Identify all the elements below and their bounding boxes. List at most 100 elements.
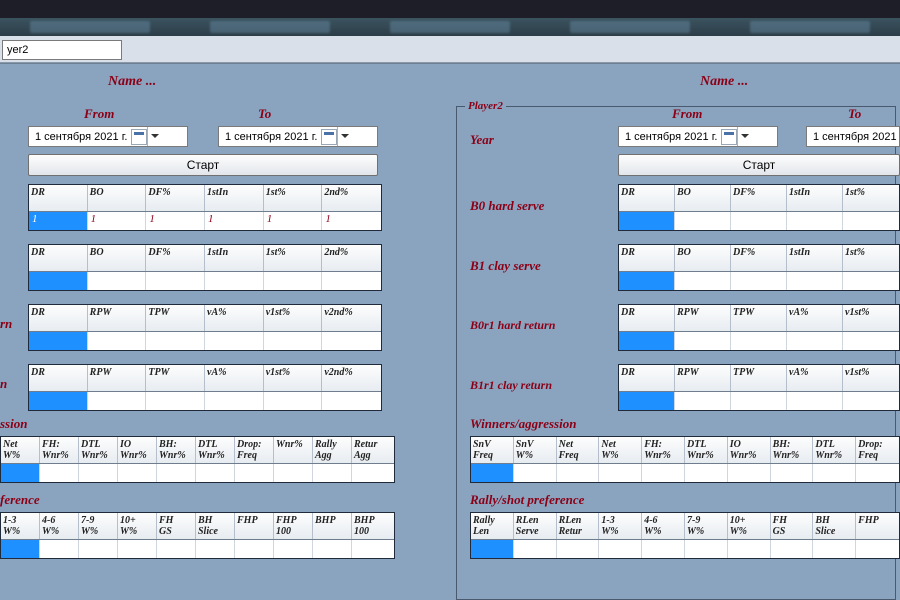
col-header[interactable]: ReturAgg [352,437,391,463]
cell[interactable] [79,464,118,482]
cell[interactable] [731,272,787,290]
cell[interactable] [196,464,235,482]
cell[interactable] [728,464,771,482]
cell[interactable] [787,212,843,230]
cell[interactable] [514,464,557,482]
cell[interactable] [205,272,264,290]
cell[interactable] [29,392,88,410]
cell[interactable] [675,272,731,290]
col-header[interactable]: RPW [675,305,731,331]
cell[interactable] [675,212,731,230]
cell[interactable] [619,392,675,410]
col-header[interactable]: DF% [731,185,787,211]
cell[interactable] [235,540,274,558]
cell[interactable] [813,540,856,558]
col-header[interactable]: RPW [675,365,731,391]
cell[interactable] [856,464,899,482]
col-header[interactable]: BHP [313,513,352,539]
cell[interactable] [146,392,205,410]
cell[interactable] [771,540,814,558]
col-header[interactable]: 1stIn [787,185,843,211]
col-header[interactable]: DR [619,185,675,211]
col-header[interactable]: DR [29,365,88,391]
col-header[interactable]: RLenServe [514,513,557,539]
cell[interactable] [642,540,685,558]
col-header[interactable]: 1st% [264,185,323,211]
col-header[interactable]: 4-6W% [40,513,79,539]
col-header[interactable]: 2nd% [322,185,381,211]
cell[interactable] [322,272,381,290]
col-header[interactable]: BHP100 [352,513,391,539]
cell[interactable] [728,540,771,558]
col-header[interactable]: DTLWnr% [685,437,728,463]
col-header[interactable]: FHP100 [274,513,313,539]
cell[interactable]: 1 [205,212,264,230]
col-header[interactable]: DTLWnr% [813,437,856,463]
col-header[interactable]: Wnr% [274,437,313,463]
cell[interactable] [771,464,814,482]
col-header[interactable]: 7-9W% [79,513,118,539]
col-header[interactable]: v2nd% [322,305,381,331]
col-header[interactable]: v1st% [264,365,323,391]
col-header[interactable]: DF% [146,245,205,271]
right-date-from[interactable]: 1 сентября 2021 г. [618,126,778,147]
col-header[interactable]: 1st% [264,245,323,271]
cell[interactable] [157,540,196,558]
col-header[interactable]: FHGS [771,513,814,539]
cell[interactable] [146,332,205,350]
col-header[interactable]: 1st% [843,185,899,211]
cell[interactable] [352,464,391,482]
col-header[interactable]: BO [675,245,731,271]
col-header[interactable]: SnVW% [514,437,557,463]
chevron-down-icon[interactable] [737,127,751,146]
cell[interactable]: 1 [264,212,323,230]
col-header[interactable]: BO [88,185,147,211]
cell[interactable] [1,540,40,558]
cell[interactable] [313,540,352,558]
col-header[interactable]: RallyLen [471,513,514,539]
col-header[interactable]: 1-3W% [599,513,642,539]
col-header[interactable]: Drop:Freq [856,437,899,463]
cell[interactable] [118,540,157,558]
col-header[interactable]: NetFreq [557,437,600,463]
cell[interactable] [514,540,557,558]
col-header[interactable]: vA% [205,365,264,391]
cell[interactable] [843,332,899,350]
cell[interactable] [843,272,899,290]
cell[interactable] [196,540,235,558]
col-header[interactable]: 7-9W% [685,513,728,539]
col-header[interactable]: 1stIn [787,245,843,271]
col-header[interactable]: DR [619,305,675,331]
cell[interactable] [322,332,381,350]
cell[interactable] [731,332,787,350]
col-header[interactable]: v1st% [843,305,899,331]
col-header[interactable]: 10+W% [728,513,771,539]
cell[interactable] [264,332,323,350]
cell[interactable] [619,332,675,350]
col-header[interactable]: v1st% [264,305,323,331]
cell[interactable] [856,540,899,558]
col-header[interactable]: FHP [235,513,274,539]
cell[interactable] [731,392,787,410]
chevron-down-icon[interactable] [147,127,161,146]
cell[interactable] [79,540,118,558]
cell[interactable] [157,464,196,482]
col-header[interactable]: FH:Wnr% [40,437,79,463]
col-header[interactable]: DR [29,185,88,211]
col-header[interactable]: IOWnr% [118,437,157,463]
cell[interactable] [352,540,391,558]
col-header[interactable]: NetW% [599,437,642,463]
col-header[interactable]: 1stIn [205,185,264,211]
col-header[interactable]: RLenRetur [557,513,600,539]
chevron-down-icon[interactable] [337,127,351,146]
cell[interactable] [813,464,856,482]
col-header[interactable]: DR [29,245,88,271]
col-header[interactable]: BO [88,245,147,271]
cell[interactable] [599,540,642,558]
col-header[interactable]: RallyAgg [313,437,352,463]
cell[interactable] [274,540,313,558]
col-header[interactable]: SnVFreq [471,437,514,463]
cell[interactable]: 1 [29,212,88,230]
cell[interactable] [685,464,728,482]
col-header[interactable]: 2nd% [322,245,381,271]
